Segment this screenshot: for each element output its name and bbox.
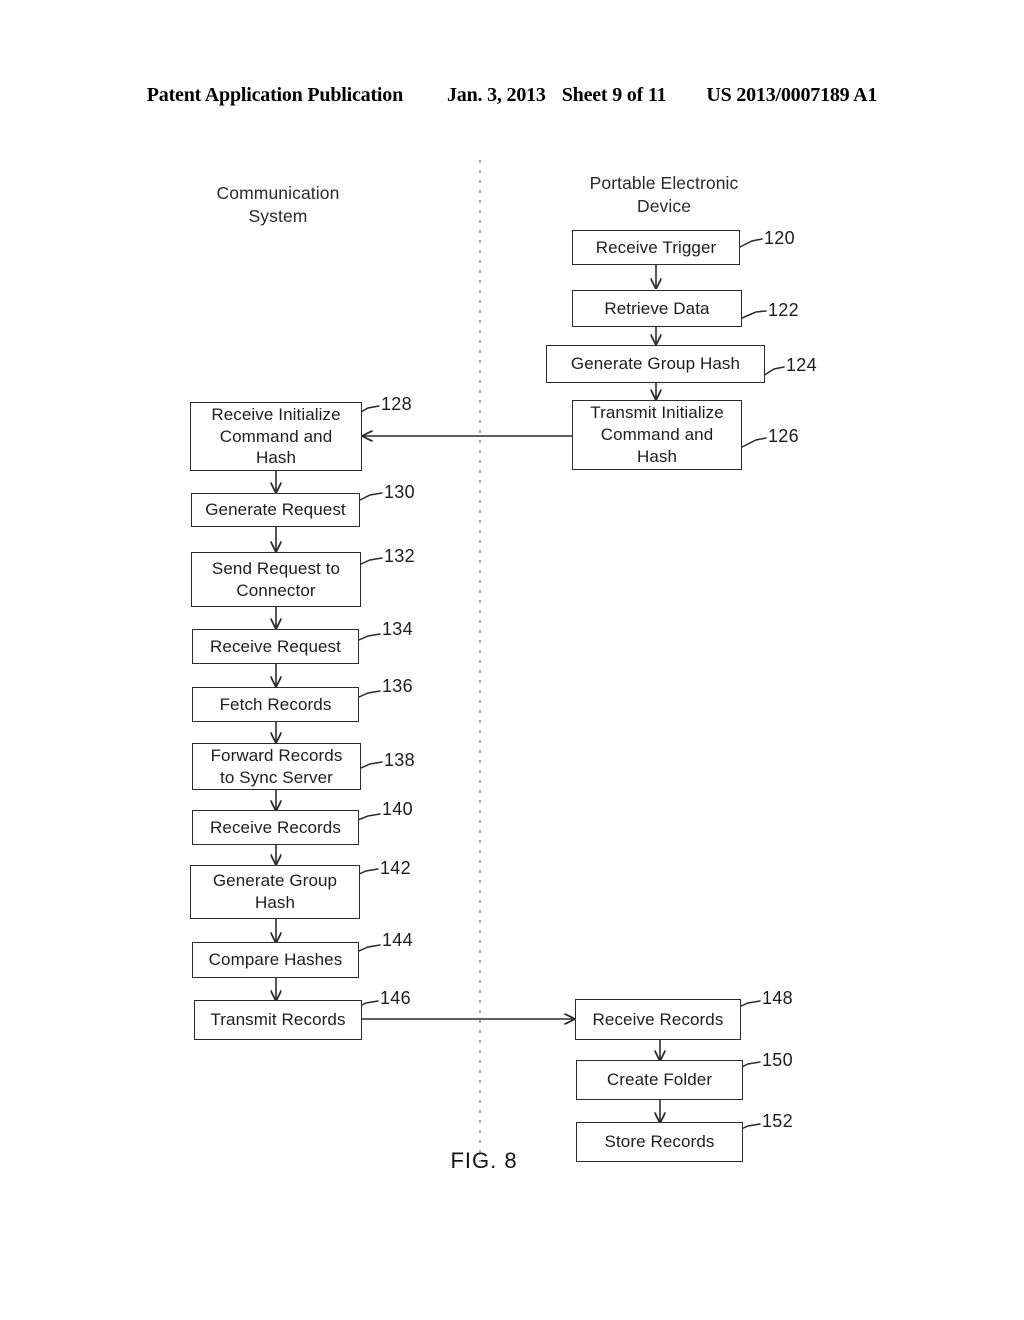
ref-numeral-128: 128	[381, 394, 412, 414]
column-heading-portable-electronic-device: Portable Electronic Device	[589, 173, 739, 217]
flow-box-store-records[interactable]: Store Records	[576, 1122, 743, 1162]
ref-numeral-150: 150	[762, 1050, 793, 1070]
flow-box-label: Receive Records	[592, 1009, 724, 1029]
flow-box-label: Retrieve Data	[604, 298, 710, 318]
flow-box-transmit-records[interactable]: Transmit Records	[194, 1000, 362, 1040]
flow-box-generate-group-hash-system[interactable]: Generate Group Hash	[190, 865, 360, 919]
flow-box-create-folder[interactable]: Create Folder	[576, 1060, 743, 1100]
figure-caption: FIG. 8	[450, 1148, 518, 1173]
flow-box-generate-group-hash-device[interactable]: Generate Group Hash	[546, 345, 765, 383]
flow-box-label: Receive Initialize Command and Hash	[211, 404, 341, 468]
flow-box-forward-records-to-sync[interactable]: Forward Records to Sync Server	[192, 743, 361, 790]
ref-numeral-140: 140	[382, 799, 413, 819]
flow-box-send-request-to-connector[interactable]: Send Request to Connector	[191, 552, 361, 607]
ref-numeral-136: 136	[382, 676, 413, 696]
ref-numeral-144: 144	[382, 930, 413, 950]
flow-box-label: Receive Trigger	[595, 237, 717, 257]
ref-numeral-138: 138	[384, 750, 415, 770]
ref-numeral-132: 132	[384, 546, 415, 566]
flow-box-receive-records-device[interactable]: Receive Records	[575, 999, 741, 1040]
ref-numeral-124: 124	[786, 355, 817, 375]
ref-numeral-134: 134	[382, 619, 413, 639]
flow-box-generate-request[interactable]: Generate Request	[191, 493, 360, 527]
flow-box-fetch-records[interactable]: Fetch Records	[192, 687, 359, 722]
leader-line-126	[739, 437, 767, 449]
flow-box-retrieve-data[interactable]: Retrieve Data	[572, 290, 742, 327]
patent-figure-8: Communication System Portable Electronic…	[0, 0, 1024, 1320]
ref-numeral-152: 152	[762, 1111, 793, 1131]
ref-numeral-122: 122	[768, 300, 799, 320]
flow-box-label: Create Folder	[606, 1070, 713, 1090]
leader-line-122	[741, 310, 767, 319]
flow-box-transmit-initialize[interactable]: Transmit Initialize Command and Hash	[572, 400, 742, 470]
flow-box-receive-request[interactable]: Receive Request	[192, 629, 359, 664]
ref-numeral-142: 142	[380, 858, 411, 878]
flow-box-compare-hashes[interactable]: Compare Hashes	[192, 942, 359, 978]
flow-box-label: Compare Hashes	[208, 950, 343, 970]
flow-box-label: Transmit Records	[210, 1010, 346, 1030]
figure-connectors-layer	[0, 160, 785, 1162]
flow-box-label: Receive Request	[210, 636, 341, 656]
flow-box-label: Generate Group Hash	[570, 354, 741, 374]
flow-box-receive-initialize[interactable]: Receive Initialize Command and Hash	[190, 402, 362, 471]
column-heading-communication-system: Communication System	[216, 183, 340, 227]
flow-box-label: Fetch Records	[219, 694, 332, 714]
leader-line-120	[737, 238, 763, 249]
ref-numeral-146: 146	[380, 988, 411, 1008]
flow-box-label: Generate Group Hash	[212, 871, 338, 912]
flow-box-label: Forward Records to Sync Server	[210, 745, 343, 787]
flow-box-receive-trigger[interactable]: Receive Trigger	[572, 230, 740, 265]
flow-box-label: Transmit Initialize Command and Hash	[590, 403, 724, 466]
flow-box-label: Send Request to Connector	[211, 558, 341, 600]
ref-numeral-120: 120	[764, 228, 795, 248]
flow-box-label: Receive Records	[210, 817, 341, 837]
ref-numeral-126: 126	[768, 426, 799, 446]
ref-numeral-148: 148	[762, 988, 793, 1008]
flow-box-receive-records-system[interactable]: Receive Records	[192, 810, 359, 845]
ref-numeral-130: 130	[384, 482, 415, 502]
flow-box-label: Store Records	[604, 1132, 715, 1152]
flow-box-label: Generate Request	[205, 500, 346, 520]
